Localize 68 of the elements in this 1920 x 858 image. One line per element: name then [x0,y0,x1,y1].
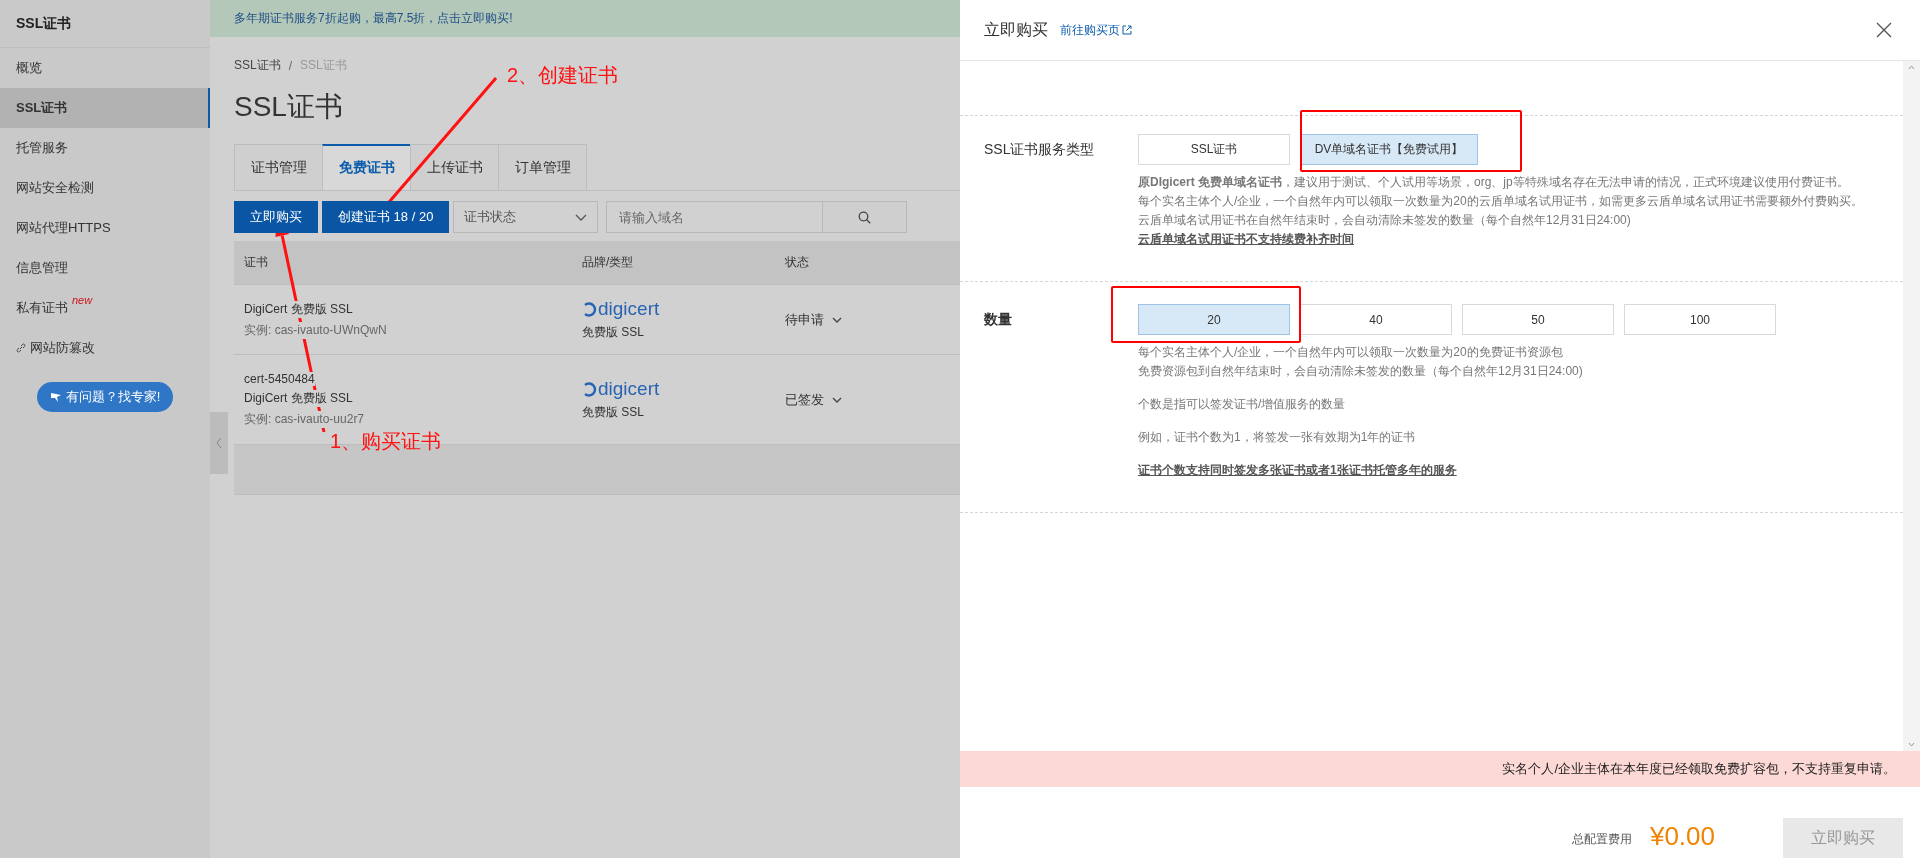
chevron-down-icon [575,213,588,221]
help-text: 免费资源包到自然年结束时，会自动清除未签发的数量（每个自然年12月31日24:00) [1138,362,1583,381]
scroll-down-icon[interactable] [1908,742,1915,747]
total-price: ¥0.00 [1649,821,1715,852]
certificate-type: 免费版 SSL [582,404,644,421]
status-dropdown[interactable]: 已签发 [775,390,960,409]
field-label: SSL证书服务类型 [984,140,1096,159]
chevron-down-icon [832,316,842,323]
option-button[interactable]: 20 [1138,304,1290,335]
sidebar-item[interactable]: 网站代理HTTPS [0,208,210,248]
column-header: 状态 [784,254,810,271]
total-label: 总配置费用 [1571,831,1632,848]
breadcrumb-item[interactable]: SSL证书 [234,57,281,74]
status-select[interactable]: 证书状态 [453,201,599,233]
link-icon [16,343,26,353]
tab[interactable]: 订单管理 [498,144,587,190]
close-icon [1876,22,1892,38]
sidebar-item[interactable]: SSL证书 [0,88,210,128]
certificate-name: cert-5450484 [244,371,315,386]
warning-message: 实名个人/企业主体在本年度已经领取免费扩容包，不支持重复申请。 [960,751,1920,787]
sidebar-item[interactable]: 网站防篡改 [0,328,210,368]
option-button[interactable]: DV单域名证书【免费试用】 [1300,134,1478,165]
sidebar-item[interactable]: 托管服务 [0,128,210,168]
column-header: 证书 [243,254,269,271]
brand-name: digicert [598,378,660,400]
option-button[interactable]: 50 [1462,304,1614,335]
instance-id: 实例: cas-ivauto-uu2r7 [244,410,365,428]
sidebar-item[interactable]: 网站安全检测 [0,168,210,208]
breadcrumb-separator: / [288,58,293,73]
scroll-up-icon[interactable] [1908,65,1915,70]
drawer-title: 立即购买 [984,19,1048,40]
sidebar-item[interactable]: 信息管理 [0,248,210,288]
help-text: 云盾单域名试用证书在自然年结束时，会自动清除未签发的数量（每个自然年12月31日24:00) [1138,211,1631,230]
create-certificate-button[interactable]: 创建证书 18 / 20 [322,201,450,233]
annotation-label: 1、购买证书 [330,429,442,454]
certificate-name: DigiCert 免费版 SSL [244,389,353,407]
column-header: 品牌/类型 [581,254,635,271]
field-label: 数量 [984,310,1013,329]
option-button[interactable]: 100 [1624,304,1776,335]
annotation-label: 2、创建证书 [507,63,619,88]
sidebar-item[interactable]: 私有证书 $^{new}$ [0,288,210,328]
scrollbar[interactable] [1903,61,1920,751]
certificate-type: 免费版 SSL [582,324,644,341]
chevron-left-icon [216,437,222,449]
option-button[interactable]: 40 [1300,304,1452,335]
promo-banner: 多年期证书服务7折起购，最高7.5折，点击立即购买! [210,0,960,37]
brand-logo-icon [582,381,597,397]
page-title: SSL证书 [234,90,344,124]
instance-id: 实例: cas-ivauto-UWnQwN [244,321,387,339]
bird-icon [49,391,62,403]
purchase-page-link[interactable]: 前往购买页 [1060,21,1132,39]
collapse-handle[interactable] [210,412,228,474]
external-link-icon [1122,25,1132,35]
certificate-name: DigiCert 免费版 SSL [244,300,353,318]
option-button[interactable]: SSL证书 [1138,134,1290,165]
search-icon [858,210,872,224]
sidebar-item[interactable]: 概览 [0,48,210,88]
buy-button[interactable]: 立即购买 [234,201,318,233]
tab[interactable]: 证书管理 [234,144,323,190]
search-button[interactable] [823,201,908,233]
tab[interactable]: 免费证书 [322,144,411,190]
new-label: new [72,294,93,306]
domain-search-field[interactable]: 请输入域名 [606,201,824,233]
brand-logo-icon [582,301,597,317]
chevron-down-icon [832,396,842,403]
help-button[interactable]: 有问题？找专家! [37,382,173,412]
brand-name: digicert [598,298,660,320]
status-dropdown[interactable]: 待申请 [775,310,960,329]
